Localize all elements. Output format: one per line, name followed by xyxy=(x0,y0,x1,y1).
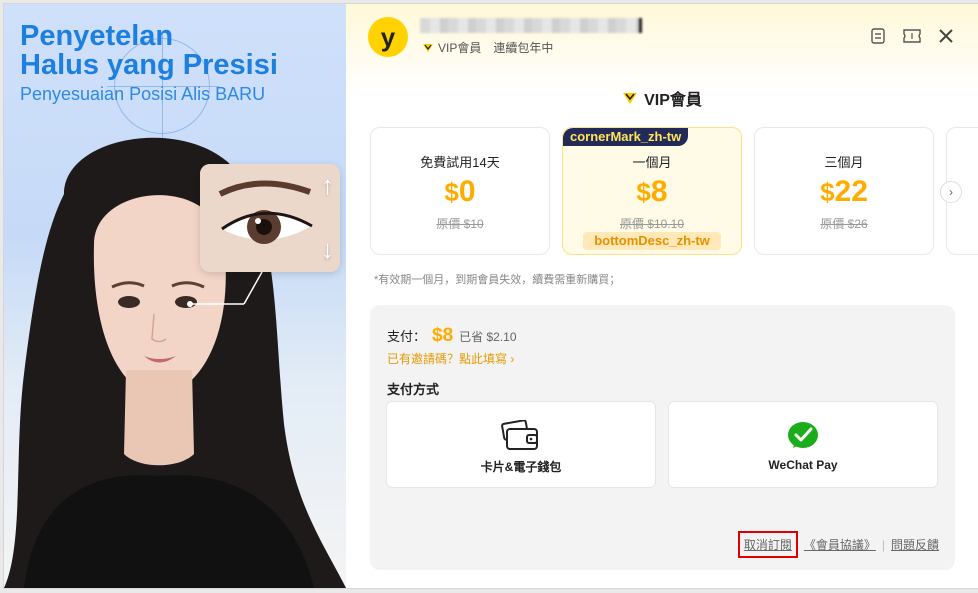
plan-price: $22 xyxy=(820,175,868,208)
payment-method-card[interactable]: 卡片&電子錢包 xyxy=(386,401,656,488)
eye-zoom-inset: ↑ ↓ xyxy=(200,164,340,272)
feedback-link[interactable]: 問題反饋 xyxy=(891,536,939,553)
promo-title: Penyetelan Halus yang Presisi xyxy=(20,20,278,81)
avatar[interactable]: y xyxy=(368,17,408,57)
method-label: WeChat Pay xyxy=(768,458,838,472)
plan-list: 免費試用14天 $0 原價 $10 cornerMark_zh-tw 一個月 $… xyxy=(370,127,978,255)
username-redacted xyxy=(420,18,642,33)
plan-name: 免費試用14天 xyxy=(420,155,500,170)
plan-card-quarterly[interactable]: 三個月 $22 原價 $26 xyxy=(754,127,934,255)
chevron-right-icon[interactable]: › xyxy=(940,181,962,203)
wallet-card-icon xyxy=(501,420,538,450)
payment-method-wechat[interactable]: WeChat Pay xyxy=(668,401,938,488)
window-controls xyxy=(868,26,956,46)
plan-price: $0 xyxy=(444,175,476,208)
member-agreement-link[interactable]: 《會員協議》 xyxy=(804,536,876,553)
plan-price: $8 xyxy=(636,175,668,208)
pay-amount: $8 xyxy=(432,325,454,346)
footer-links: 取消訂閱 《會員協議》 | 問題反饋 xyxy=(737,531,939,558)
vip-diamond-icon xyxy=(623,93,638,104)
payment-summary: 支付： $8 已省 $2.10 xyxy=(387,325,517,347)
plan-original-price: 原價 $26 xyxy=(820,217,868,231)
heading-text: VIP會員 xyxy=(644,92,702,109)
arrow-up-icon: ↑ xyxy=(321,170,334,200)
vip-status-line: VIP會員 連續包年中 xyxy=(422,39,553,56)
plan-note: *有效期一個月，到期會員失效，續費需重新購買； xyxy=(374,274,621,286)
vip-purchase-window: Penyetelan Halus yang Presisi Penyesuaia… xyxy=(4,4,978,588)
plan-card-trial[interactable]: 免費試用14天 $0 原價 $10 xyxy=(370,127,550,255)
corner-mark-badge: cornerMark_zh-tw xyxy=(563,128,689,146)
plan-card-monthly[interactable]: cornerMark_zh-tw 一個月 $8 原價 $10.10 bottom… xyxy=(562,127,742,255)
plan-name: 三個月 xyxy=(824,155,864,170)
payment-section: 支付： $8 已省 $2.10 已有邀請碼？點此填寫 › 支付方式 卡片&電子錢… xyxy=(370,305,955,570)
close-icon[interactable] xyxy=(936,26,956,46)
arrow-down-icon: ↓ xyxy=(321,234,334,264)
plan-bottom-desc: bottomDesc_zh-tw xyxy=(583,232,721,250)
promo-subtitle: Penyesuaian Posisi Alis BARU xyxy=(20,84,266,104)
promo-panel: Penyetelan Halus yang Presisi Penyesuaia… xyxy=(4,4,346,588)
plan-original-price: 原價 $10 xyxy=(436,217,484,231)
page-title: VIP會員 xyxy=(346,86,978,110)
purchase-panel: y VIP會員 連續包年中 VIP會員 免費試用14天 $0 原價 $10 co… xyxy=(346,4,978,588)
pay-saved: 已省 $2.10 xyxy=(459,330,517,344)
ticket-icon[interactable] xyxy=(902,26,922,46)
eye-closeup-image xyxy=(200,164,340,272)
vip-diamond-icon xyxy=(423,43,433,52)
method-label: 卡片&電子錢包 xyxy=(480,460,562,474)
vip-label: VIP會員 xyxy=(438,41,482,55)
cancel-highlight-box: 取消訂閱 xyxy=(737,531,798,558)
invite-code-link[interactable]: 已有邀請碼？點此填寫 › xyxy=(387,350,514,367)
pay-label: 支付： xyxy=(387,329,427,344)
payment-method-title: 支付方式 xyxy=(387,382,440,397)
vip-renewal-status: 連續包年中 xyxy=(493,41,554,55)
plan-original-price: 原價 $10.10 xyxy=(619,217,685,231)
cancel-subscription-link[interactable]: 取消訂閱 xyxy=(744,538,792,552)
order-list-icon[interactable] xyxy=(868,26,888,46)
plan-name: 一個月 xyxy=(632,155,672,170)
link-divider: | xyxy=(881,537,885,552)
wechat-icon xyxy=(788,422,818,448)
